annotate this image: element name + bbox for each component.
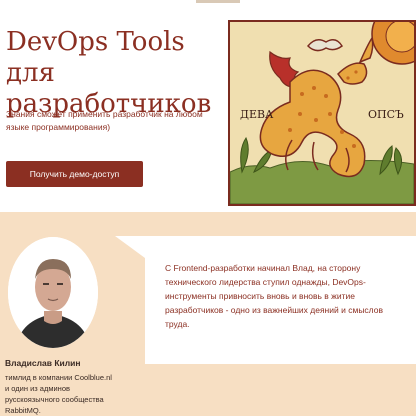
dragon-illustration: ДЕВА ОПСЪ — [228, 20, 416, 206]
quote-card: С Frontend-разработки начинал Влад, на с… — [145, 236, 416, 364]
author-avatar — [8, 237, 98, 348]
author-bio: тимлид в компании Coolblue.nl и один из … — [5, 373, 112, 415]
author-name: Владислав Килин — [5, 358, 81, 368]
hero-subtitle: Знания сможет применить разработчик на л… — [6, 109, 203, 132]
get-demo-button[interactable]: Получить демо-доступ — [6, 161, 143, 187]
illustration-label-left: ДЕВА — [240, 108, 274, 121]
testimonial-section: Владислав Килин тимлид в компании Coolbl… — [0, 212, 416, 416]
page-title: DevOps Tools для разработчиков — [6, 27, 212, 119]
cloud-icon — [306, 39, 343, 52]
quote-text: С Frontend-разработки начинал Влад, на с… — [165, 263, 383, 329]
hero-section: DevOps Tools для разработчиков Знания см… — [0, 0, 416, 212]
top-divider — [196, 0, 240, 3]
illustration-label-right: ОПСЪ — [368, 108, 404, 121]
quote-bubble-tail — [115, 236, 145, 258]
sun-icon — [371, 22, 414, 65]
